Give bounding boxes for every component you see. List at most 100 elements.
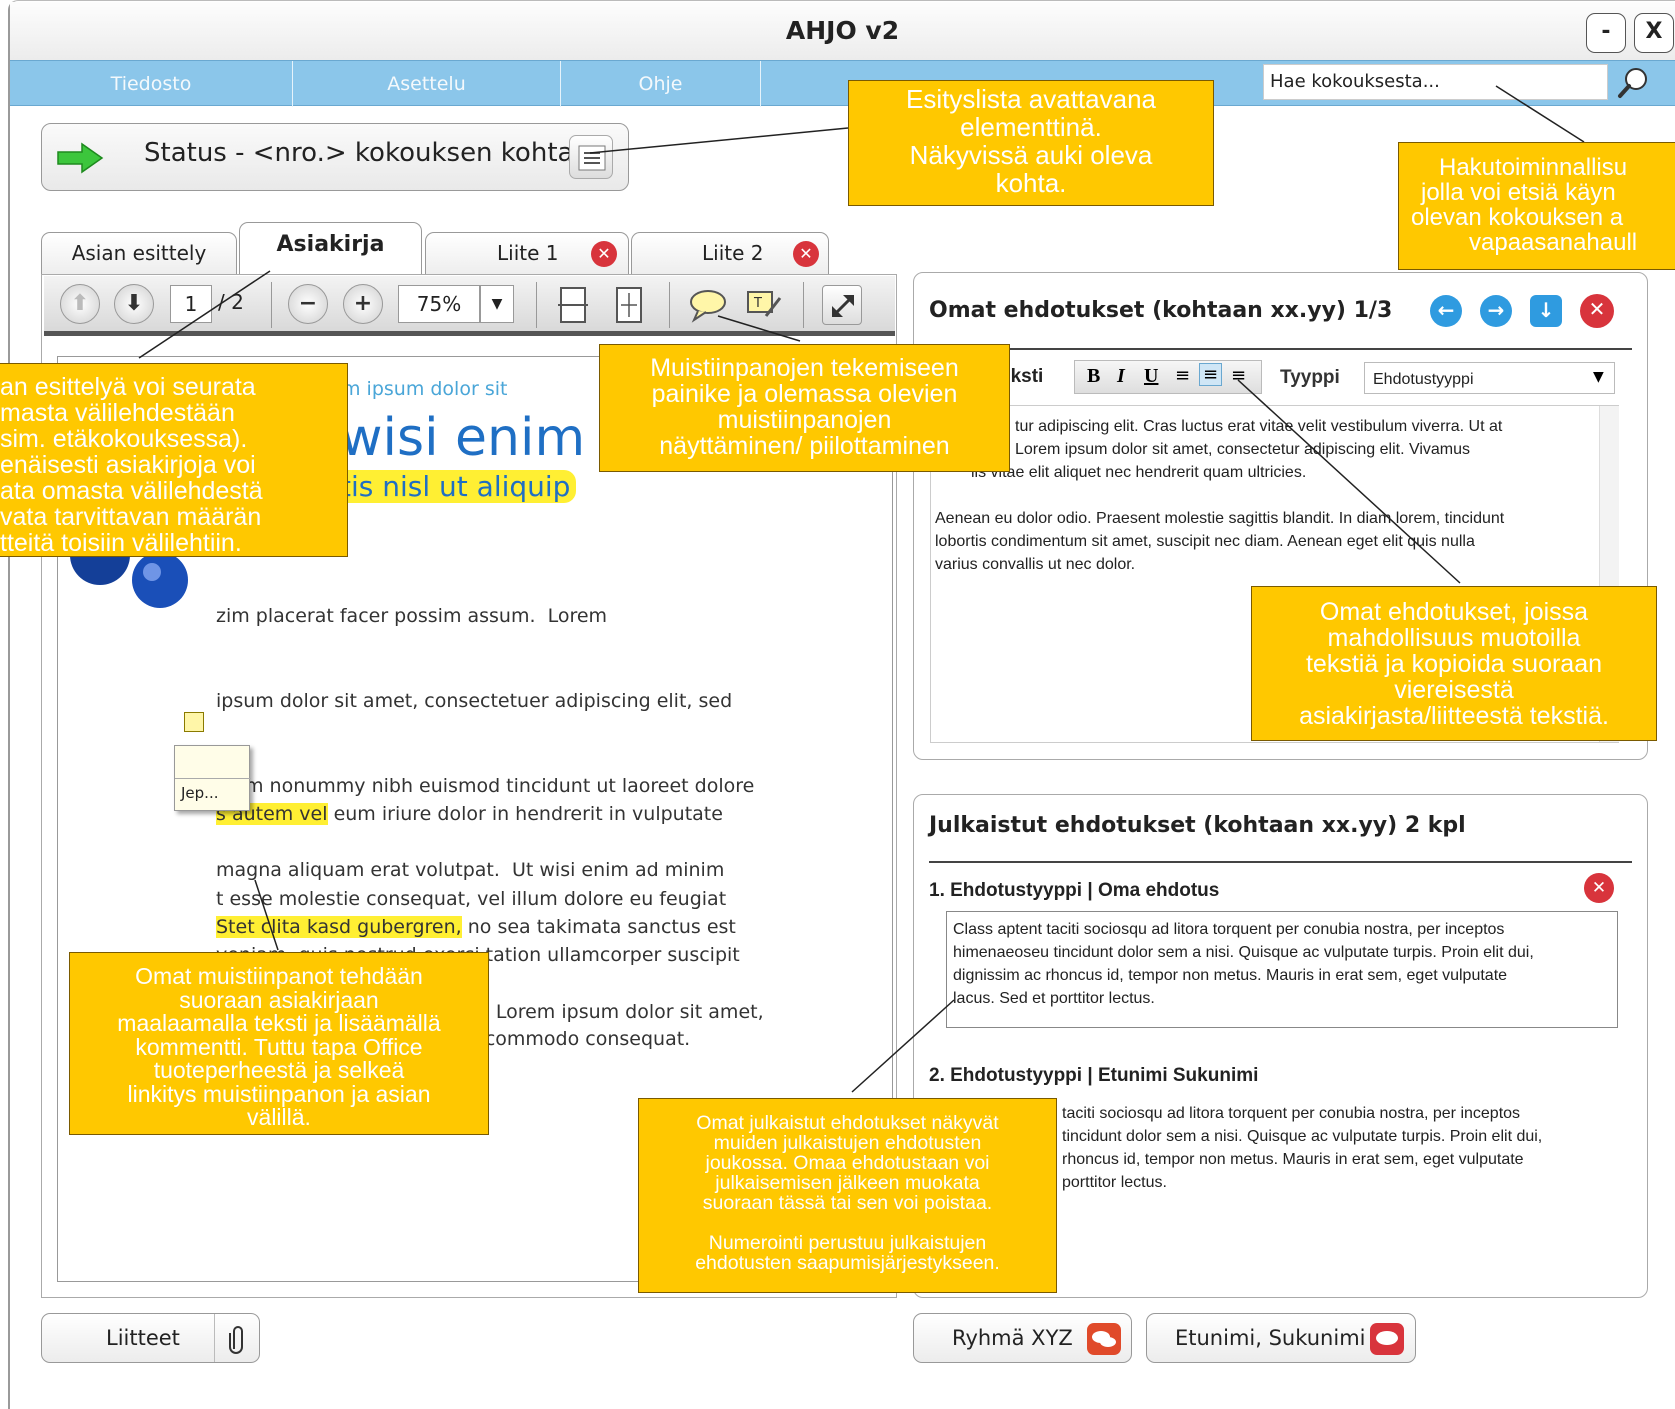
tab-asian-esittely[interactable]: Asian esittely [41, 232, 237, 276]
close-window-button[interactable]: X [1634, 13, 1674, 53]
published-item-heading: 2. Ehdotustyyppi | Etunimi Sukunimi [929, 1065, 1259, 1086]
menu-ohje[interactable]: Ohje [561, 61, 761, 107]
own-proposals-title: Omat ehdotukset (kohtaan xx.yy) 1/3 [929, 298, 1393, 323]
status-text: Status - <nro.> kokouksen kohta [144, 138, 574, 168]
text-line: tur adipiscing elit. Cras luctus erat vi… [1015, 418, 1503, 435]
divider [929, 348, 1632, 350]
fullscreen-icon[interactable] [822, 285, 862, 325]
callout-tabs: an esittelyä voi seurata masta välilehde… [0, 363, 348, 557]
text-line: Class aptent taciti sociosqu ad litora t… [953, 921, 1505, 938]
callout-line: joukossa. Omaa ehdotustaan voi [705, 1152, 990, 1174]
doc-text: eum iriure dolor in hendrerit in vulputa… [327, 803, 723, 826]
published-title: Julkaistut ehdotukset (kohtaan xx.yy) 2 … [929, 813, 1466, 838]
doc-subheading: tis nisl ut aliquip [340, 470, 577, 503]
published-item-heading: 1. Ehdotustyyppi | Oma ehdotus [929, 880, 1220, 901]
search-input[interactable]: Hae kokouksesta... [1263, 64, 1608, 100]
tab-label: Liite 1 [497, 241, 559, 265]
title-bar: AHJO v2 [10, 2, 1675, 60]
agenda-button[interactable] [569, 135, 613, 179]
chat-icon [1370, 1323, 1404, 1355]
callout-own-notes: Omat muistiinpanot tehdään suoraan asiak… [69, 952, 489, 1135]
align-center-icon[interactable]: ≡ [1199, 363, 1223, 386]
person-chat-button[interactable]: Etunimi, Sukunimi [1146, 1313, 1416, 1363]
callout-line: Hakutoiminnallisu [1439, 154, 1628, 181]
page-number-input[interactable]: 1 [170, 285, 212, 323]
callout-line: jolla voi etsiä käyn [1421, 179, 1616, 206]
callout-line: an esittelyä voi seurata [0, 373, 256, 401]
callout-line: kohta. [995, 168, 1067, 198]
download-icon[interactable]: ↓ [1530, 295, 1562, 327]
list-icon [578, 145, 606, 171]
doc-text: no sea takimata sanctus est [461, 916, 736, 939]
callout-line: Esityslista avattavana [905, 84, 1156, 114]
zoom-select[interactable]: 75% [398, 285, 480, 323]
doc-line: zim placerat facer possim assum. Lorem [216, 605, 608, 628]
align-left-icon[interactable]: ≡ [1175, 365, 1190, 386]
arrow-up-icon[interactable]: ⬆ [60, 284, 100, 324]
callout-search: Hakutoiminnallisu jolla voi etsiä käyn o… [1398, 142, 1675, 270]
callout-line: enäisesti asiakirjoja voi [0, 451, 256, 479]
callout-line: Omat julkaistut ehdotukset näkyvät [696, 1112, 999, 1134]
fit-page-icon[interactable] [612, 285, 646, 325]
menu-tiedosto[interactable]: Tiedosto [10, 61, 293, 107]
callout-line: mahdollisuus muotoilla [1327, 624, 1581, 652]
text-line: porttitor lectus. [1062, 1174, 1167, 1191]
menu-asettelu[interactable]: Asettelu [293, 61, 561, 107]
underline-icon[interactable]: U [1144, 365, 1158, 388]
attachments-label: Liitteet [106, 1326, 180, 1350]
callout-line: vata tarvittavan määrän [0, 503, 262, 531]
callout-spacer [639, 1213, 1056, 1233]
chevron-down-icon[interactable]: ▼ [480, 285, 514, 323]
highlighted-text[interactable]: Stet clita kasd gubergren, [216, 916, 462, 939]
arrow-down-icon[interactable]: ⬇ [114, 284, 154, 324]
tab-asiakirja[interactable]: Asiakirja [239, 222, 422, 276]
proposal-text: tur adipiscing elit. Cras luctus erat vi… [935, 415, 1595, 576]
callout-line: vapaasanahaull [1469, 229, 1638, 256]
callout-line: suoraan tässä tai sen voi poistaa. [702, 1192, 993, 1214]
fit-width-icon[interactable] [556, 285, 590, 325]
callout-line: Numerointi perustuu julkaistujen [708, 1232, 987, 1254]
minimize-button[interactable]: - [1586, 13, 1626, 53]
group-label: Ryhmä XYZ [952, 1326, 1073, 1350]
attachments-button[interactable]: Liitteet [41, 1313, 260, 1363]
italic-icon[interactable]: I [1117, 365, 1125, 388]
close-tab-icon[interactable]: ✕ [793, 241, 819, 267]
callout-line: asiakirjasta/liitteestä tekstiä. [1299, 702, 1609, 730]
doc-heading: wisi enim a [340, 408, 634, 468]
format-toolbar: B I U ≡ ≡ ≡ [1074, 360, 1262, 394]
callout-line: Muistiinpanojen tekemiseen [650, 354, 959, 382]
callout-line: kommentti. Tuttu tapa Office [135, 1033, 423, 1060]
bold-icon[interactable]: B [1087, 365, 1100, 388]
comment-popup[interactable]: Jep... [174, 745, 251, 811]
toolbar-separator [536, 282, 537, 328]
toolbar-separator [669, 282, 670, 328]
callout-line: linkitys muistiinpanon ja asian [127, 1080, 431, 1107]
window-title: AHJO v2 [785, 16, 900, 45]
group-chat-button[interactable]: Ryhmä XYZ [913, 1313, 1132, 1363]
type-select[interactable]: Ehdotustyyppi ▼ [1364, 362, 1615, 394]
close-tab-icon[interactable]: ✕ [591, 241, 617, 267]
paperclip-icon [229, 1326, 243, 1354]
comment-icon[interactable] [688, 287, 728, 323]
callout-line: Omat muistiinpanot tehdään [135, 963, 423, 989]
zoom-in-icon[interactable]: + [343, 284, 383, 324]
next-icon[interactable]: → [1480, 295, 1512, 327]
search-icon[interactable] [1614, 64, 1654, 102]
comment-marker-icon[interactable] [184, 712, 204, 732]
callout-line: olevan kokouksen a [1411, 204, 1624, 231]
previous-icon[interactable]: ← [1430, 295, 1462, 327]
text-line: rhoncus id, tempor non metus. Mauris in … [1062, 1151, 1524, 1168]
zoom-out-icon[interactable]: − [288, 284, 328, 324]
text-line: Lorem ipsum dolor sit amet, consectetur … [1015, 441, 1471, 458]
doc-line: ipsum dolor sit amet, consectetuer adipi… [216, 690, 733, 713]
delete-icon[interactable]: ✕ [1580, 294, 1614, 328]
text-line: lobortis condimentum sit amet, suscipit … [935, 533, 1475, 550]
align-right-icon[interactable]: ≡ [1231, 365, 1246, 386]
delete-icon[interactable]: ✕ [1584, 873, 1614, 903]
callout-line: tuoteperheestä ja selkeä [153, 1057, 405, 1083]
chevron-down-icon: ▼ [1593, 369, 1604, 385]
callout-line: elementtinä. [960, 112, 1102, 142]
note-edit-icon[interactable]: T [744, 286, 784, 322]
text-line: tincidunt dolor sem a nisi. Quisque ac v… [1062, 1128, 1543, 1145]
svg-text:T: T [753, 296, 762, 311]
